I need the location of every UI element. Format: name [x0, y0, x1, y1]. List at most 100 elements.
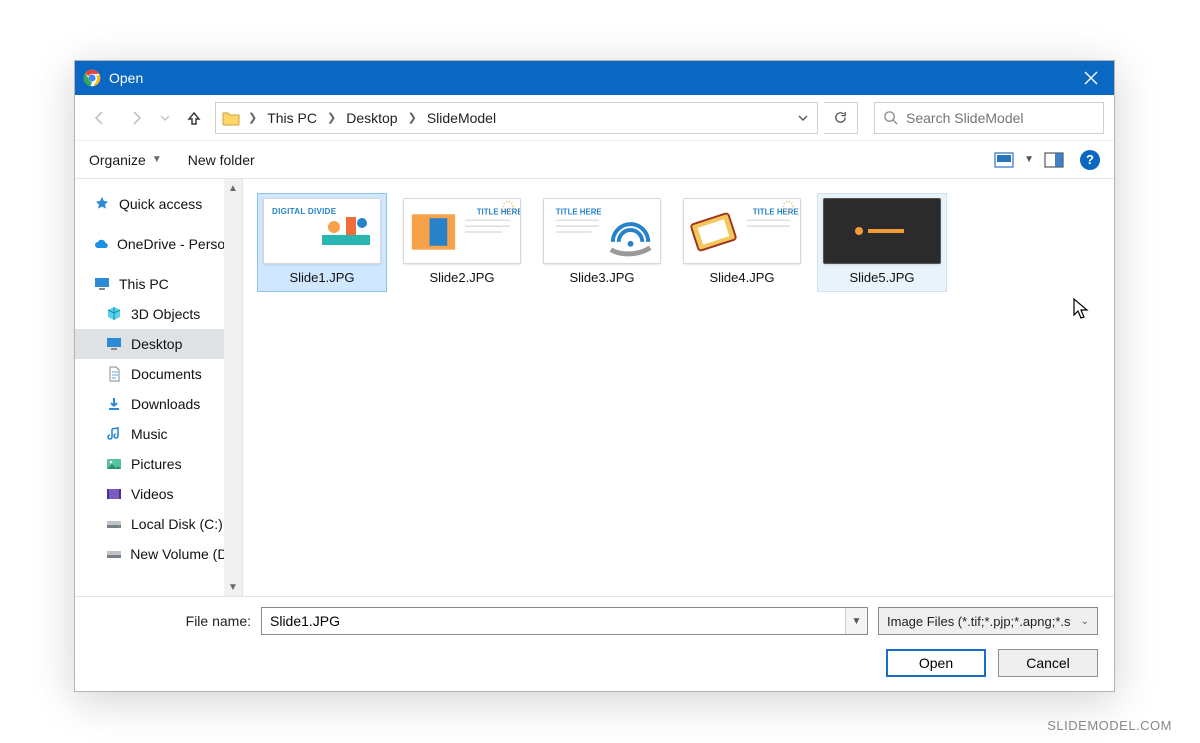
sidebar-item-music[interactable]: Music	[75, 419, 242, 449]
thumbnail	[823, 198, 941, 264]
help-button[interactable]: ?	[1080, 150, 1100, 170]
breadcrumb-desktop[interactable]: Desktop	[340, 108, 403, 128]
scroll-down-icon[interactable]: ▼	[224, 578, 242, 596]
sidebar-item-label: Desktop	[131, 336, 182, 352]
sidebar-item-label: Downloads	[131, 396, 200, 412]
file-tile[interactable]: TITLE HERE Slide2.JPG	[397, 193, 527, 292]
thumbnail: DIGITAL DIVIDE	[263, 198, 381, 264]
close-button[interactable]	[1068, 61, 1114, 95]
chrome-icon	[83, 69, 101, 87]
forward-button[interactable]	[121, 103, 151, 133]
thumbnail: TITLE HERE	[403, 198, 521, 264]
file-name: Slide4.JPG	[709, 270, 774, 285]
file-list[interactable]: DIGITAL DIVIDE Slide1.JPG	[243, 179, 1114, 596]
preview-pane-button[interactable]	[1042, 149, 1066, 171]
open-file-dialog: Open ❯ This PC ❯ Desktop	[74, 60, 1115, 692]
desktop-icon	[105, 335, 123, 353]
breadcrumb-this-pc[interactable]: This PC	[261, 108, 323, 128]
breadcrumb-slidemodel[interactable]: SlideModel	[421, 108, 502, 128]
sidebar-item-label: Local Disk (C:)	[131, 516, 223, 532]
breadcrumb[interactable]: ❯ This PC ❯ Desktop ❯ SlideModel	[215, 102, 818, 134]
chevron-down-icon: ▼	[152, 154, 162, 165]
monitor-icon	[93, 275, 111, 293]
download-icon	[105, 395, 123, 413]
filename-combo[interactable]: ▼	[261, 607, 868, 635]
close-icon	[1084, 71, 1098, 85]
file-name: Slide3.JPG	[569, 270, 634, 285]
chevron-down-icon: ▼	[852, 616, 862, 627]
titlebar: Open	[75, 61, 1114, 95]
picture-icon	[105, 455, 123, 473]
drive-icon	[105, 515, 123, 533]
sidebar-item-label: 3D Objects	[131, 306, 200, 322]
new-folder-label: New folder	[188, 152, 255, 168]
sidebar-item-desktop[interactable]: Desktop	[75, 329, 242, 359]
sidebar-item-3d-objects[interactable]: 3D Objects	[75, 299, 242, 329]
recent-dropdown[interactable]	[157, 103, 173, 133]
music-icon	[105, 425, 123, 443]
file-tile[interactable]: TITLE HERE Slide3.JPG	[537, 193, 667, 292]
sidebar-item-new-volume[interactable]: New Volume (D:)	[75, 539, 242, 569]
nav-tree: Quick access OneDrive - Personal This PC…	[75, 179, 243, 596]
drive-icon	[105, 545, 122, 563]
filename-dropdown[interactable]: ▼	[845, 608, 867, 634]
sidebar-item-pictures[interactable]: Pictures	[75, 449, 242, 479]
main-area: Quick access OneDrive - Personal This PC…	[75, 179, 1114, 596]
svg-text:TITLE HERE: TITLE HERE	[753, 207, 799, 216]
sidebar-item-local-disk[interactable]: Local Disk (C:)	[75, 509, 242, 539]
sidebar-item-label: This PC	[119, 276, 169, 292]
chevron-down-icon[interactable]: ▼	[1024, 154, 1034, 165]
file-type-filter[interactable]: Image Files (*.tif;*.pjp;*.apng;*.s ⌄	[878, 607, 1098, 635]
button-row: Open Cancel	[91, 649, 1098, 677]
scroll-up-icon[interactable]: ▲	[224, 179, 242, 197]
sidebar-item-label: New Volume (D:)	[130, 546, 236, 562]
cube-icon	[105, 305, 123, 323]
file-tile[interactable]: DIGITAL DIVIDE Slide1.JPG	[257, 193, 387, 292]
refresh-button[interactable]	[824, 102, 858, 134]
sidebar-item-documents[interactable]: Documents	[75, 359, 242, 389]
breadcrumb-dropdown[interactable]	[793, 103, 813, 133]
search-box[interactable]	[874, 102, 1104, 134]
thumbnail: TITLE HERE	[543, 198, 661, 264]
sidebar-item-videos[interactable]: Videos	[75, 479, 242, 509]
cancel-button[interactable]: Cancel	[998, 649, 1098, 677]
star-icon	[93, 195, 111, 213]
new-folder-button[interactable]: New folder	[188, 152, 255, 168]
toolbar: Organize ▼ New folder ▼ ?	[75, 141, 1114, 179]
dialog-footer: File name: ▼ Image Files (*.tif;*.pjp;*.…	[75, 596, 1114, 691]
file-name: Slide1.JPG	[289, 270, 354, 285]
file-tile[interactable]: Slide5.JPG	[817, 193, 947, 292]
filename-row: File name: ▼ Image Files (*.tif;*.pjp;*.…	[91, 607, 1098, 635]
up-button[interactable]	[179, 103, 209, 133]
search-icon	[883, 110, 898, 125]
chevron-down-icon: ⌄	[1081, 616, 1089, 627]
view-mode-button[interactable]	[992, 149, 1016, 171]
file-tile[interactable]: TITLE HERE Slide4.JPG	[677, 193, 807, 292]
organize-label: Organize	[89, 152, 146, 168]
sidebar-item-label: Documents	[131, 366, 202, 382]
sidebar-item-quick-access[interactable]: Quick access	[75, 189, 242, 219]
filename-label: File name:	[91, 613, 251, 629]
navigation-row: ❯ This PC ❯ Desktop ❯ SlideModel	[75, 95, 1114, 141]
thumbnail: TITLE HERE	[683, 198, 801, 264]
view-controls: ▼ ?	[992, 149, 1100, 171]
filename-input[interactable]	[262, 608, 845, 634]
help-icon: ?	[1086, 152, 1094, 167]
sidebar-scrollbar[interactable]: ▲ ▼	[224, 179, 242, 596]
sidebar-item-onedrive[interactable]: OneDrive - Personal	[75, 229, 242, 259]
search-input[interactable]	[904, 109, 1095, 127]
sidebar-item-label: Quick access	[119, 196, 202, 212]
cloud-icon	[93, 235, 109, 253]
svg-text:TITLE HERE: TITLE HERE	[477, 207, 520, 216]
sidebar-item-downloads[interactable]: Downloads	[75, 389, 242, 419]
back-button[interactable]	[85, 103, 115, 133]
organize-button[interactable]: Organize ▼	[89, 152, 162, 168]
file-name: Slide2.JPG	[429, 270, 494, 285]
window-title: Open	[109, 70, 143, 86]
watermark: SLIDEMODEL.COM	[1047, 718, 1172, 733]
open-button[interactable]: Open	[886, 649, 986, 677]
chevron-right-icon: ❯	[246, 111, 259, 124]
sidebar-item-this-pc[interactable]: This PC	[75, 269, 242, 299]
folder-icon	[220, 107, 242, 129]
document-icon	[105, 365, 123, 383]
